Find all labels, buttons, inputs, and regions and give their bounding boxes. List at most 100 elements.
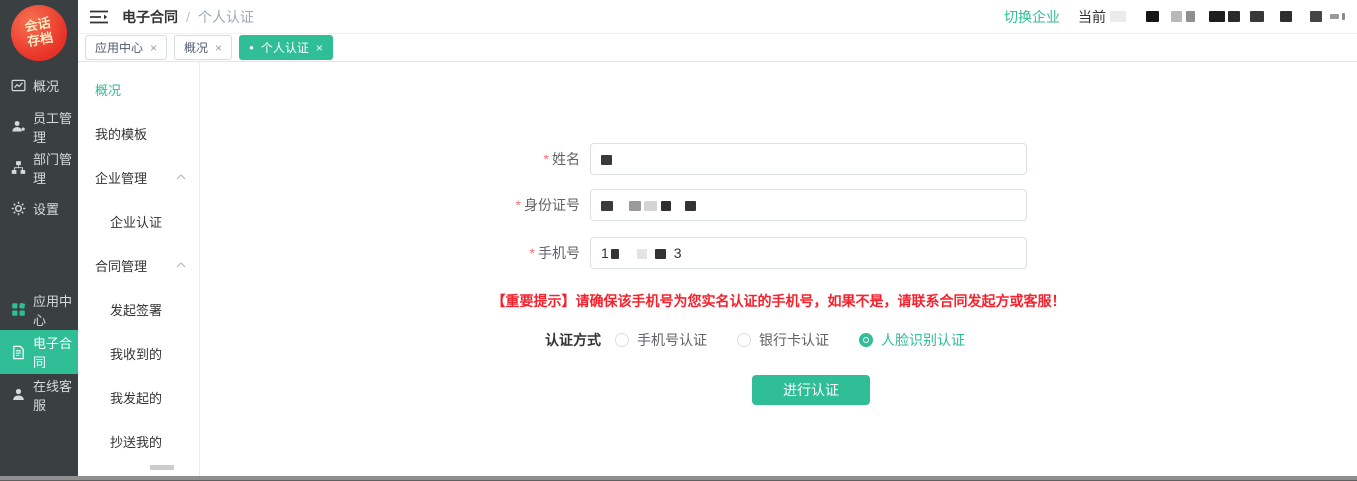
name-input[interactable]	[590, 143, 1027, 175]
sidebar-item-settings[interactable]: 设置	[0, 188, 78, 229]
tab-app-center[interactable]: 应用中心 ×	[85, 35, 167, 60]
auth-method-row: 认证方式 手机号认证 银行卡认证 人脸识别认证	[545, 330, 995, 350]
sidebar-item-e-contract[interactable]: 电子合同	[0, 330, 78, 374]
phone-input[interactable]: 1 3	[590, 237, 1027, 269]
radio-face-recognition-auth[interactable]: 人脸识别认证	[859, 330, 965, 350]
switch-company-link[interactable]: 切换企业	[1004, 7, 1060, 27]
active-tab-dot-icon: ●	[249, 44, 254, 52]
phone-value-redacted	[611, 245, 674, 261]
phone-row: *手机号 1 3	[200, 237, 1027, 269]
app-root: 会话 存档 概况 员工管理 部门管理	[0, 0, 1357, 481]
radio-bank-card-auth[interactable]: 银行卡认证	[737, 330, 829, 350]
sidebar-item-online-service[interactable]: 在线客服	[0, 374, 78, 415]
required-asterisk: *	[544, 151, 549, 167]
sidebar-item-app-center[interactable]: 应用中心	[0, 289, 78, 330]
radio-label: 人脸识别认证	[881, 330, 965, 350]
id-value-redacted	[601, 197, 696, 213]
app-logo[interactable]: 会话 存档	[11, 5, 67, 61]
tab-overview[interactable]: 概况 ×	[174, 35, 232, 60]
submenu-overview[interactable]: 概况	[78, 67, 199, 111]
name-value-redacted	[601, 151, 612, 167]
submenu-label: 抄送我的	[110, 432, 162, 451]
submenu-received[interactable]: 我收到的	[78, 331, 199, 375]
phone-label: *手机号	[200, 243, 590, 263]
required-asterisk: *	[530, 245, 535, 261]
tab-close-icon[interactable]: ×	[316, 42, 323, 54]
proceed-auth-button[interactable]: 进行认证	[752, 375, 870, 405]
employee-icon	[11, 119, 26, 134]
radio-label: 手机号认证	[637, 330, 707, 350]
submenu-label: 我的模板	[95, 124, 147, 143]
tab-label: 个人认证	[261, 39, 309, 56]
submenu-label: 企业认证	[110, 212, 162, 231]
phone-value-suffix: 3	[674, 245, 682, 261]
app-grid-icon	[11, 302, 26, 317]
submenu-label: 我收到的	[110, 344, 162, 363]
radio-phone-auth[interactable]: 手机号认证	[615, 330, 707, 350]
sidebar-spacer	[0, 229, 78, 289]
submenu-enterprise-auth[interactable]: 企业认证	[78, 199, 199, 243]
sidebar-item-label: 应用中心	[33, 291, 78, 329]
tab-label: 概况	[184, 39, 208, 56]
breadcrumb-root[interactable]: 电子合同	[122, 7, 178, 27]
name-label: *姓名	[200, 149, 590, 169]
tab-label: 应用中心	[95, 39, 143, 56]
submenu-label: 发起签署	[110, 300, 162, 319]
sidebar-item-label: 员工管理	[33, 108, 78, 146]
contract-document-icon	[11, 345, 26, 360]
important-notice-text: 【重要提示】请确保该手机号为您实名认证的手机号，如果不是，请联系合同发起方或客服…	[200, 291, 1357, 311]
submenu-label: 合同管理	[95, 256, 147, 275]
submenu-label: 概况	[95, 80, 121, 99]
breadcrumb-separator: /	[186, 9, 190, 25]
submenu-cc-to-me[interactable]: 抄送我的	[78, 419, 199, 463]
chevron-up-icon	[176, 262, 186, 268]
sidebar-item-label: 在线客服	[33, 376, 78, 414]
id-number-row: *身份证号	[200, 189, 1027, 221]
primary-menu: 概况 员工管理 部门管理 设置	[0, 65, 78, 415]
phone-value-prefix: 1	[601, 245, 609, 261]
sidebar-item-departments[interactable]: 部门管理	[0, 147, 78, 188]
radio-circle-selected-icon[interactable]	[859, 333, 873, 347]
submenu-initiated[interactable]: 我发起的	[78, 375, 199, 419]
window-bottom-edge	[0, 476, 1357, 481]
sidebar-item-overview[interactable]: 概况	[0, 65, 78, 106]
current-company-label: 当前	[1078, 7, 1106, 27]
header-right: 切换企业 当前	[1004, 7, 1357, 27]
tab-close-icon[interactable]: ×	[215, 42, 222, 54]
radio-circle-icon[interactable]	[737, 333, 751, 347]
id-number-label: *身份证号	[200, 195, 590, 215]
breadcrumb-current: 个人认证	[198, 7, 254, 27]
radio-circle-icon[interactable]	[615, 333, 629, 347]
submenu-my-templates[interactable]: 我的模板	[78, 111, 199, 155]
gear-icon	[11, 201, 26, 216]
sidebar-item-employees[interactable]: 员工管理	[0, 106, 78, 147]
submenu-enterprise-management[interactable]: 企业管理	[78, 155, 199, 199]
tab-close-icon[interactable]: ×	[150, 42, 157, 54]
submenu-label: 企业管理	[95, 168, 147, 187]
org-chart-icon	[11, 160, 26, 175]
required-asterisk: *	[516, 197, 521, 213]
auth-method-label: 认证方式	[545, 330, 601, 350]
menu-fold-icon[interactable]	[90, 10, 108, 24]
sidebar-item-label: 概况	[33, 76, 59, 95]
secondary-sidebar: 概况 我的模板 企业管理 企业认证 合同管理 发起签署 我收到的 我发起的 抄送…	[78, 62, 200, 481]
sidebar-item-label: 电子合同	[33, 333, 78, 371]
current-company-redacted	[1110, 8, 1345, 26]
submenu-initiate-signing[interactable]: 发起签署	[78, 287, 199, 331]
submenu-label: 我发起的	[110, 388, 162, 407]
personal-auth-form: *姓名 *身份证号 *手机号 1 3 【重要提示】请确保该手机号	[200, 62, 1357, 481]
sidebar-item-label: 设置	[33, 199, 59, 218]
radio-label: 银行卡认证	[759, 330, 829, 350]
name-row: *姓名	[200, 143, 1027, 175]
chevron-up-icon	[176, 174, 186, 180]
sidebar-item-label: 部门管理	[33, 149, 78, 187]
tab-personal-auth[interactable]: ● 个人认证 ×	[239, 35, 333, 60]
header: 电子合同 / 个人认证 切换企业 当前	[78, 0, 1357, 34]
clipped-submenu-item	[150, 459, 174, 477]
app-logo-text: 会话 存档	[24, 16, 55, 50]
submenu-contract-management[interactable]: 合同管理	[78, 243, 199, 287]
tab-bar: 应用中心 × 概况 × ● 个人认证 ×	[78, 34, 1357, 62]
customer-service-icon	[11, 387, 26, 402]
overview-chart-icon	[11, 78, 26, 93]
id-number-input[interactable]	[590, 189, 1027, 221]
